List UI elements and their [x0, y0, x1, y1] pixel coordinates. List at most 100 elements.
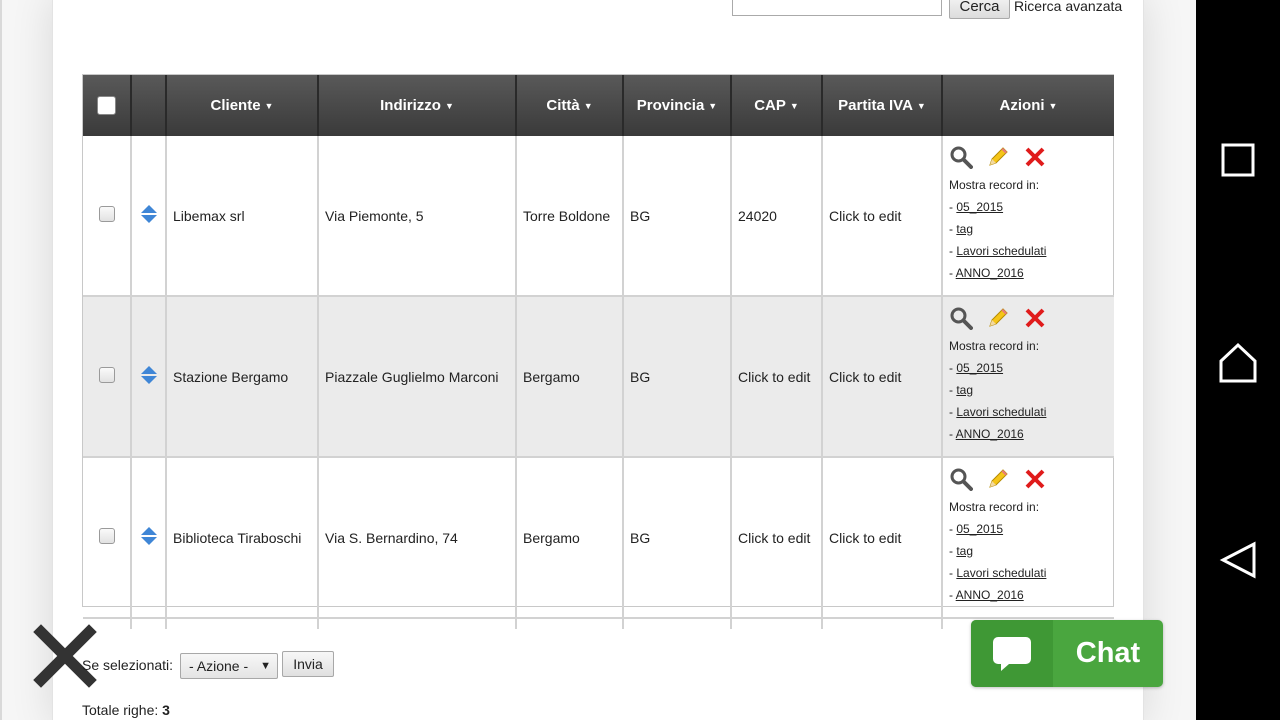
webview: Cerca Ricerca avanzata Cliente ▼ Indirizz… [0, 0, 1196, 720]
record-link[interactable]: 05_2015 [956, 200, 1003, 214]
sort-header [131, 75, 167, 136]
record-link[interactable]: ANNO_2016 [956, 427, 1024, 441]
cell-cliente: Biblioteca Tiraboschi [166, 457, 319, 619]
caret-down-icon: ▼ [583, 101, 593, 112]
record-link[interactable]: 05_2015 [956, 522, 1003, 536]
cell-cap: 24020 [731, 136, 823, 297]
cell-cliente: Stazione Bergamo [166, 296, 319, 458]
bulk-action-select[interactable]: - Azione - ▼ [180, 653, 278, 679]
caret-down-icon: ▼ [264, 101, 274, 112]
show-in-label: Mostra record in: [949, 339, 1040, 353]
record-link[interactable]: tag [956, 383, 973, 397]
row-sort-cell [131, 457, 167, 619]
column-header-citta[interactable]: Città ▼ [516, 75, 624, 136]
search-input[interactable] [732, 0, 942, 16]
cell-indirizzo: Piazzale Guglielmo Marconi [318, 296, 517, 458]
caret-down-icon: ▼ [444, 101, 454, 112]
cell-provincia: BG [623, 296, 732, 458]
actions-cell: Mostra record in: - 05_2015- tag - Lavori … [942, 136, 1114, 297]
cell-indirizzo: Via S. Bernardino, 74 [318, 457, 517, 619]
clients-table: Cliente ▼ Indirizzo ▼ Città ▼ Provincia ▼ CA… [82, 74, 1114, 629]
record-link[interactable]: ANNO_2016 [956, 266, 1024, 280]
total-rows: Totale righe: 3 [82, 702, 170, 718]
recents-icon[interactable] [1218, 140, 1258, 180]
sort-arrows-icon[interactable] [140, 204, 158, 224]
speech-bubble-icon [971, 620, 1053, 687]
row-select-cell [83, 296, 132, 458]
table-row: Libemax srl Via Piemonte, 5 Torre Boldone B… [83, 136, 1114, 297]
record-link[interactable]: ANNO_2016 [956, 588, 1024, 602]
cell-piva[interactable]: Click to edit [822, 457, 943, 619]
record-link[interactable]: 05_2015 [956, 361, 1003, 375]
column-header-indirizzo[interactable]: Indirizzo ▼ [318, 75, 517, 136]
cell-provincia: BG [623, 136, 732, 297]
red-x-icon[interactable] [1023, 145, 1047, 169]
empty-cell [318, 618, 517, 629]
cell-cap[interactable]: Click to edit [731, 296, 823, 458]
caret-down-icon: ▼ [916, 101, 926, 112]
empty-cell [822, 618, 943, 629]
cell-piva[interactable]: Click to edit [822, 136, 943, 297]
cell-citta: Torre Boldone [516, 136, 624, 297]
pencil-icon[interactable] [986, 467, 1010, 491]
advanced-search-link[interactable]: Ricerca avanzata [1014, 0, 1122, 14]
caret-down-icon: ▼ [1048, 101, 1058, 112]
record-link[interactable]: tag [956, 222, 973, 236]
empty-cell [166, 618, 319, 629]
chat-button[interactable]: Chat [971, 620, 1163, 687]
column-header-azioni[interactable]: Azioni ▼ [942, 75, 1114, 136]
table-row-stub [83, 618, 1114, 629]
search-button[interactable]: Cerca [949, 0, 1010, 19]
red-x-icon[interactable] [1023, 467, 1047, 491]
link-prefix: - [949, 427, 956, 441]
empty-cell [516, 618, 624, 629]
row-select-cell [83, 457, 132, 619]
actions-cell: Mostra record in: - 05_2015- tag - Lavori … [942, 457, 1114, 619]
record-link[interactable]: tag [956, 544, 973, 558]
magnifier-icon[interactable] [949, 306, 973, 330]
caret-down-icon: ▼ [708, 101, 718, 112]
select-all-checkbox[interactable] [97, 96, 116, 115]
column-header-partita-iva[interactable]: Partita IVA ▼ [822, 75, 943, 136]
column-header-cap[interactable]: CAP ▼ [731, 75, 823, 136]
cell-piva[interactable]: Click to edit [822, 296, 943, 458]
row-checkbox[interactable] [98, 528, 115, 544]
sort-arrows-icon[interactable] [140, 526, 158, 546]
row-checkbox[interactable] [98, 367, 115, 383]
cell-citta: Bergamo [516, 296, 624, 458]
submit-button[interactable]: Invia [282, 651, 334, 677]
sort-arrows-icon[interactable] [140, 365, 158, 385]
home-icon[interactable] [1218, 342, 1258, 383]
column-header-provincia[interactable]: Provincia ▼ [623, 75, 732, 136]
magnifier-icon[interactable] [949, 467, 973, 491]
cell-cap[interactable]: Click to edit [731, 457, 823, 619]
table-header: Cliente ▼ Indirizzo ▼ Città ▼ Provincia ▼ CA… [83, 75, 1114, 136]
row-checkbox[interactable] [98, 206, 115, 222]
record-link[interactable]: Lavori schedulati [956, 244, 1046, 258]
link-prefix: - [949, 588, 956, 602]
total-rows-label: Totale righe: [82, 702, 159, 718]
cell-cliente: Libemax srl [166, 136, 319, 297]
chat-label: Chat [1075, 637, 1141, 669]
table-row: Biblioteca Tiraboschi Via S. Bernardino, … [83, 457, 1114, 619]
empty-cell [623, 618, 732, 629]
magnifier-icon[interactable] [949, 145, 973, 169]
total-rows-count: 3 [162, 702, 170, 718]
pencil-icon[interactable] [986, 306, 1010, 330]
select-all-header [83, 75, 132, 136]
actions-cell: Mostra record in: - 05_2015- tag - Lavori … [942, 296, 1114, 458]
link-prefix: - [949, 266, 956, 280]
red-x-icon[interactable] [1023, 306, 1047, 330]
back-icon[interactable] [1218, 540, 1258, 580]
record-link[interactable]: Lavori schedulati [956, 566, 1046, 580]
column-header-cliente[interactable]: Cliente ▼ [166, 75, 319, 136]
row-sort-cell [131, 136, 167, 297]
bulk-action-selected: - Azione - [189, 658, 249, 674]
empty-cell [731, 618, 823, 629]
bulk-action-label: Se selezionati: [82, 657, 174, 673]
record-link[interactable]: Lavori schedulati [956, 405, 1046, 419]
pencil-icon[interactable] [986, 145, 1010, 169]
cell-citta: Bergamo [516, 457, 624, 619]
table-row: Stazione Bergamo Piazzale Guglielmo Marco… [83, 296, 1114, 458]
close-icon[interactable] [33, 624, 97, 688]
